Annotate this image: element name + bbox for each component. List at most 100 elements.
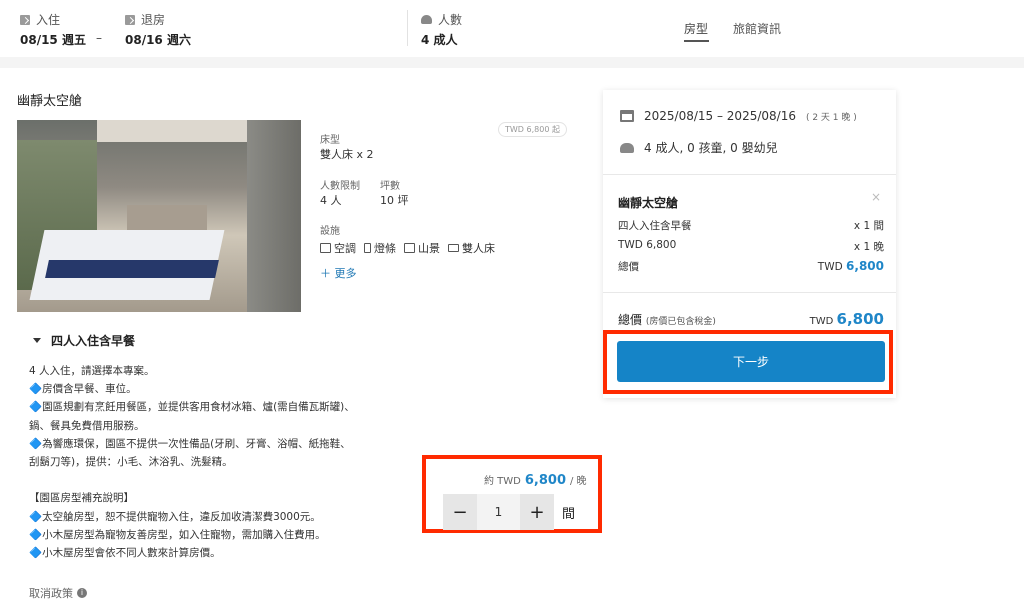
room-title: 幽靜太空艙 [17,94,83,109]
guests-label-group: 人數 [421,11,462,28]
description-line: 🔷園區規劃有烹飪用餐區，並提供客用食材冰箱、爐(需自備瓦斯罐)、 [29,401,355,414]
description-line: 4 人入住，請選擇本專案。 [29,365,155,377]
description-line: 🔷小木屋房型會依不同人數來計算房價。 [29,547,221,560]
facilities-label: 設施 [320,226,340,237]
summary-subtotal-value: 6,800 [846,259,884,273]
summary-subtotal-currency: TWD [817,261,843,273]
plus-icon: ＋ [320,267,331,280]
quantity-value[interactable]: 1 [477,494,520,530]
more-label: 更多 [334,267,357,280]
scenery-icon [404,243,415,253]
plan-title: 四人入住含早餐 [51,334,136,348]
description-line: 鍋、餐具免費借用服務。 [29,419,145,432]
summary-plan-line: 四人入住含早餐 x 1 間 [618,218,884,233]
checkout-label: 退房 [141,13,166,27]
lamp-icon [364,243,371,253]
remove-room-icon[interactable]: × [871,190,881,204]
checkin-label: 入住 [36,13,61,27]
photo-ceiling [97,120,247,142]
summary-rate-line: TWD 6,800 x 1 晚 [618,239,884,254]
summary-dates: 2025/08/15 – 2025/08/16 ( 2 天 1 晚 ) [620,109,857,123]
guests-value[interactable]: 4 成人 [421,31,458,48]
description-line: 🔷太空艙房型，恕不提供寵物入住，違反加收清潔費3000元。 [29,510,321,523]
summary-guest-count: 4 成人, 0 孩童, 0 嬰幼兒 [644,141,778,155]
bed-type-label: 床型 [320,135,340,146]
total-label: 總價 [618,313,643,327]
summary-plan-name: 四人入住含早餐 [618,220,692,232]
decrement-button[interactable]: − [443,494,477,530]
amenity-label: 雙人床 [462,242,495,255]
summary-guests: 4 成人, 0 孩童, 0 嬰幼兒 [620,139,778,156]
summary-nights: ( 2 天 1 晚 ) [805,112,857,123]
amenity-label: 燈條 [374,242,396,255]
card-divider [603,292,896,293]
next-step-button[interactable]: 下一步 [617,341,885,382]
more-amenities-link[interactable]: ＋ 更多 [320,265,357,281]
summary-plan-qty: x 1 間 [853,220,884,232]
total-currency: TWD [809,316,834,327]
description-line: 🔷房價含早餐、車位。 [29,383,137,396]
area-value: 10 坪 [380,194,409,207]
price-value: 6,800 [524,473,566,488]
cancel-policy-link[interactable]: 取消政策 i [29,585,87,601]
double-bed-icon [448,244,459,252]
guests-icon [421,15,432,24]
quantity-unit: 間 [562,507,576,522]
summary-room-name: 幽靜太空艙 [618,196,679,210]
description-line: 刮鬍刀等)，提供：小毛、沐浴乳、洗髮精。 [29,456,233,469]
summary-date-range: 2025/08/15 – 2025/08/16 [644,109,796,123]
summary-total: 總價 (房價已包含稅金) TWD 6,800 [618,310,884,328]
description-line: 【園區房型補充說明】 [29,492,134,505]
calendar-icon [620,110,634,122]
air-conditioner-icon [320,243,331,253]
amenity-item: 雙人床 [448,240,495,256]
capacity-value: 4 人 [320,194,342,207]
checkin-label-group: 入住 [20,11,60,28]
description-line: 🔷小木屋房型為寵物友善房型，如入住寵物，需加購入住費用。 [29,528,326,541]
summary-subtotal-line: 總價 TWD 6,800 [618,259,884,274]
photo-curtain [247,120,301,312]
room-quantity-stepper: − 1 + [443,494,554,530]
summary-rate: TWD 6,800 [618,239,677,251]
checkin-icon [20,14,30,25]
checkin-date[interactable]: 08/15 週五 [20,31,86,48]
summary-rate-qty: x 1 晚 [853,241,884,253]
plan-toggle[interactable]: 四人入住含早餐 [33,332,135,349]
card-divider [603,174,896,175]
nightly-price: 約 TWD 6,800 / 晚 [484,472,587,488]
header-divider [407,10,408,46]
checkout-label-group: 退房 [125,11,165,28]
amenity-label: 山景 [418,242,440,255]
amenity-item: 空調 [320,240,356,256]
description-line [29,471,369,489]
total-value: 6,800 [836,310,884,328]
guests-label: 人數 [438,13,463,27]
info-icon: i [77,588,87,598]
date-dash: – [96,31,102,45]
amenity-list: 空調 燈條 山景 雙人床 [320,240,495,256]
room-photo[interactable] [17,120,301,312]
amenity-item: 燈條 [364,240,396,256]
photo-bed-runner [45,260,219,278]
booking-header: 入住 08/15 週五 – 退房 08/16 週六 人數 4 成人 房型 旅館資… [0,0,1024,57]
bed-type-value: 雙人床 x 2 [320,148,374,161]
cancel-policy-label: 取消政策 [29,587,73,600]
starting-price-tag: TWD 6,800 起 [498,122,567,137]
total-note: (房價已包含稅金) [645,317,716,327]
amenity-label: 空調 [334,242,356,255]
people-icon [620,142,634,153]
capacity-label: 人數限制 [320,181,360,192]
summary-subtotal-label: 總價 [618,261,639,273]
tab-room-types[interactable]: 房型 [684,20,708,37]
price-suffix: / 晚 [570,476,587,487]
checkout-icon [125,14,135,25]
amenity-item: 山景 [404,240,440,256]
checkout-date[interactable]: 08/16 週六 [125,31,191,48]
description-line: 🔷為響應環保，園區不提供一次性備品(牙刷、牙膏、浴帽、紙拖鞋、 [29,437,351,450]
tab-hotel-info[interactable]: 旅館資訊 [733,20,781,37]
caret-down-icon [33,338,41,343]
active-tab-indicator [684,40,709,42]
price-prefix: 約 TWD [484,476,521,487]
plan-description: 4 人入住，請選擇本專案。 🔷房價含早餐、車位。 🔷園區規劃有烹飪用餐區，並提供… [29,362,369,562]
increment-button[interactable]: + [520,494,554,530]
